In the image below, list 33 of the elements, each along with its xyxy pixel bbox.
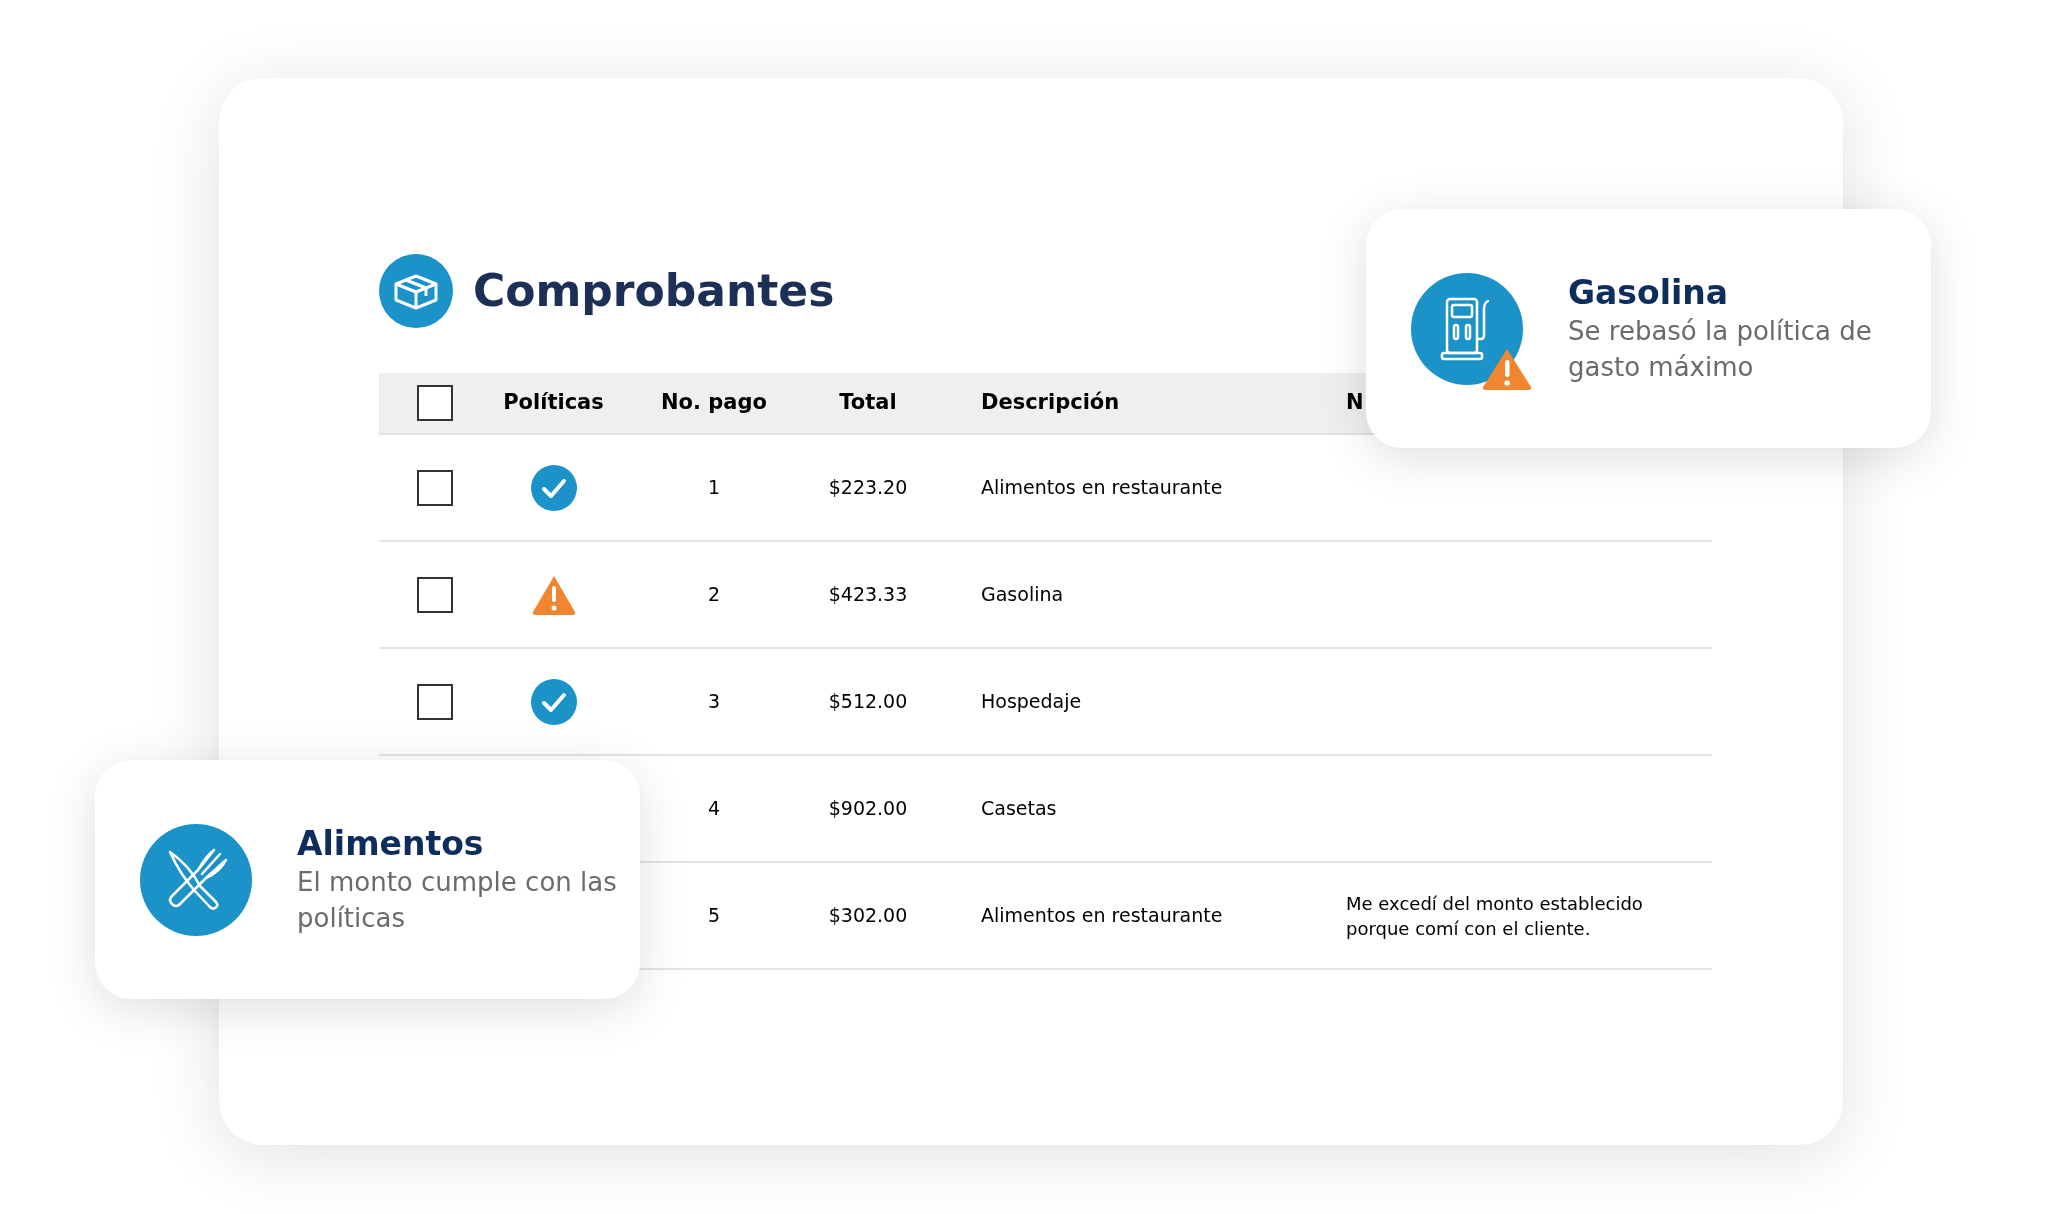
table-cell-text: Casetas (980, 796, 1058, 822)
popup-message: El monto cumple con las políticas (297, 865, 618, 935)
table-cell-text: Alimentos en restaurante (980, 903, 1224, 929)
fork-knife-icon (140, 823, 252, 936)
column-header: N (1346, 389, 1364, 417)
checkbox[interactable] (417, 683, 453, 720)
popup-title: Gasolina (1568, 272, 1730, 313)
table-cell-text: $423.33 (828, 582, 908, 608)
popup-title: Alimentos (297, 823, 485, 864)
table-cell-text: 4 (707, 796, 721, 822)
column-header: Total (839, 389, 897, 417)
fuel-pump-icon (1411, 272, 1523, 385)
table-cell-text: 5 (707, 903, 721, 929)
table-cell-text: 3 (707, 689, 721, 715)
table-cell-text: $512.00 (828, 689, 908, 715)
table-cell-text: Alimentos en restaurante (980, 475, 1224, 501)
checkbox[interactable] (417, 576, 453, 613)
column-header: Políticas (503, 389, 604, 417)
table-cell-text: 1 (707, 475, 721, 501)
table-cell-text: Hospedaje (980, 689, 1083, 715)
checkbox[interactable] (417, 385, 453, 421)
box-icon (379, 254, 453, 328)
table-cell-text: $223.20 (828, 475, 908, 501)
popup-message: Se rebasó la política de gasto máximo (1568, 314, 1873, 384)
table-cell-text: Me excedí del monto establecido porque comí con el cliente. (1346, 891, 1644, 941)
table-cell-text: Gasolina (980, 582, 1065, 608)
table-cell-text: $302.00 (828, 903, 908, 929)
column-header: No. pago (661, 389, 767, 417)
checkbox[interactable] (417, 469, 453, 506)
table-cell-text: $902.00 (828, 796, 908, 822)
page-title: Comprobantes (473, 264, 835, 318)
column-header: Descripción (980, 389, 1120, 417)
table-cell-text: 2 (707, 582, 721, 608)
